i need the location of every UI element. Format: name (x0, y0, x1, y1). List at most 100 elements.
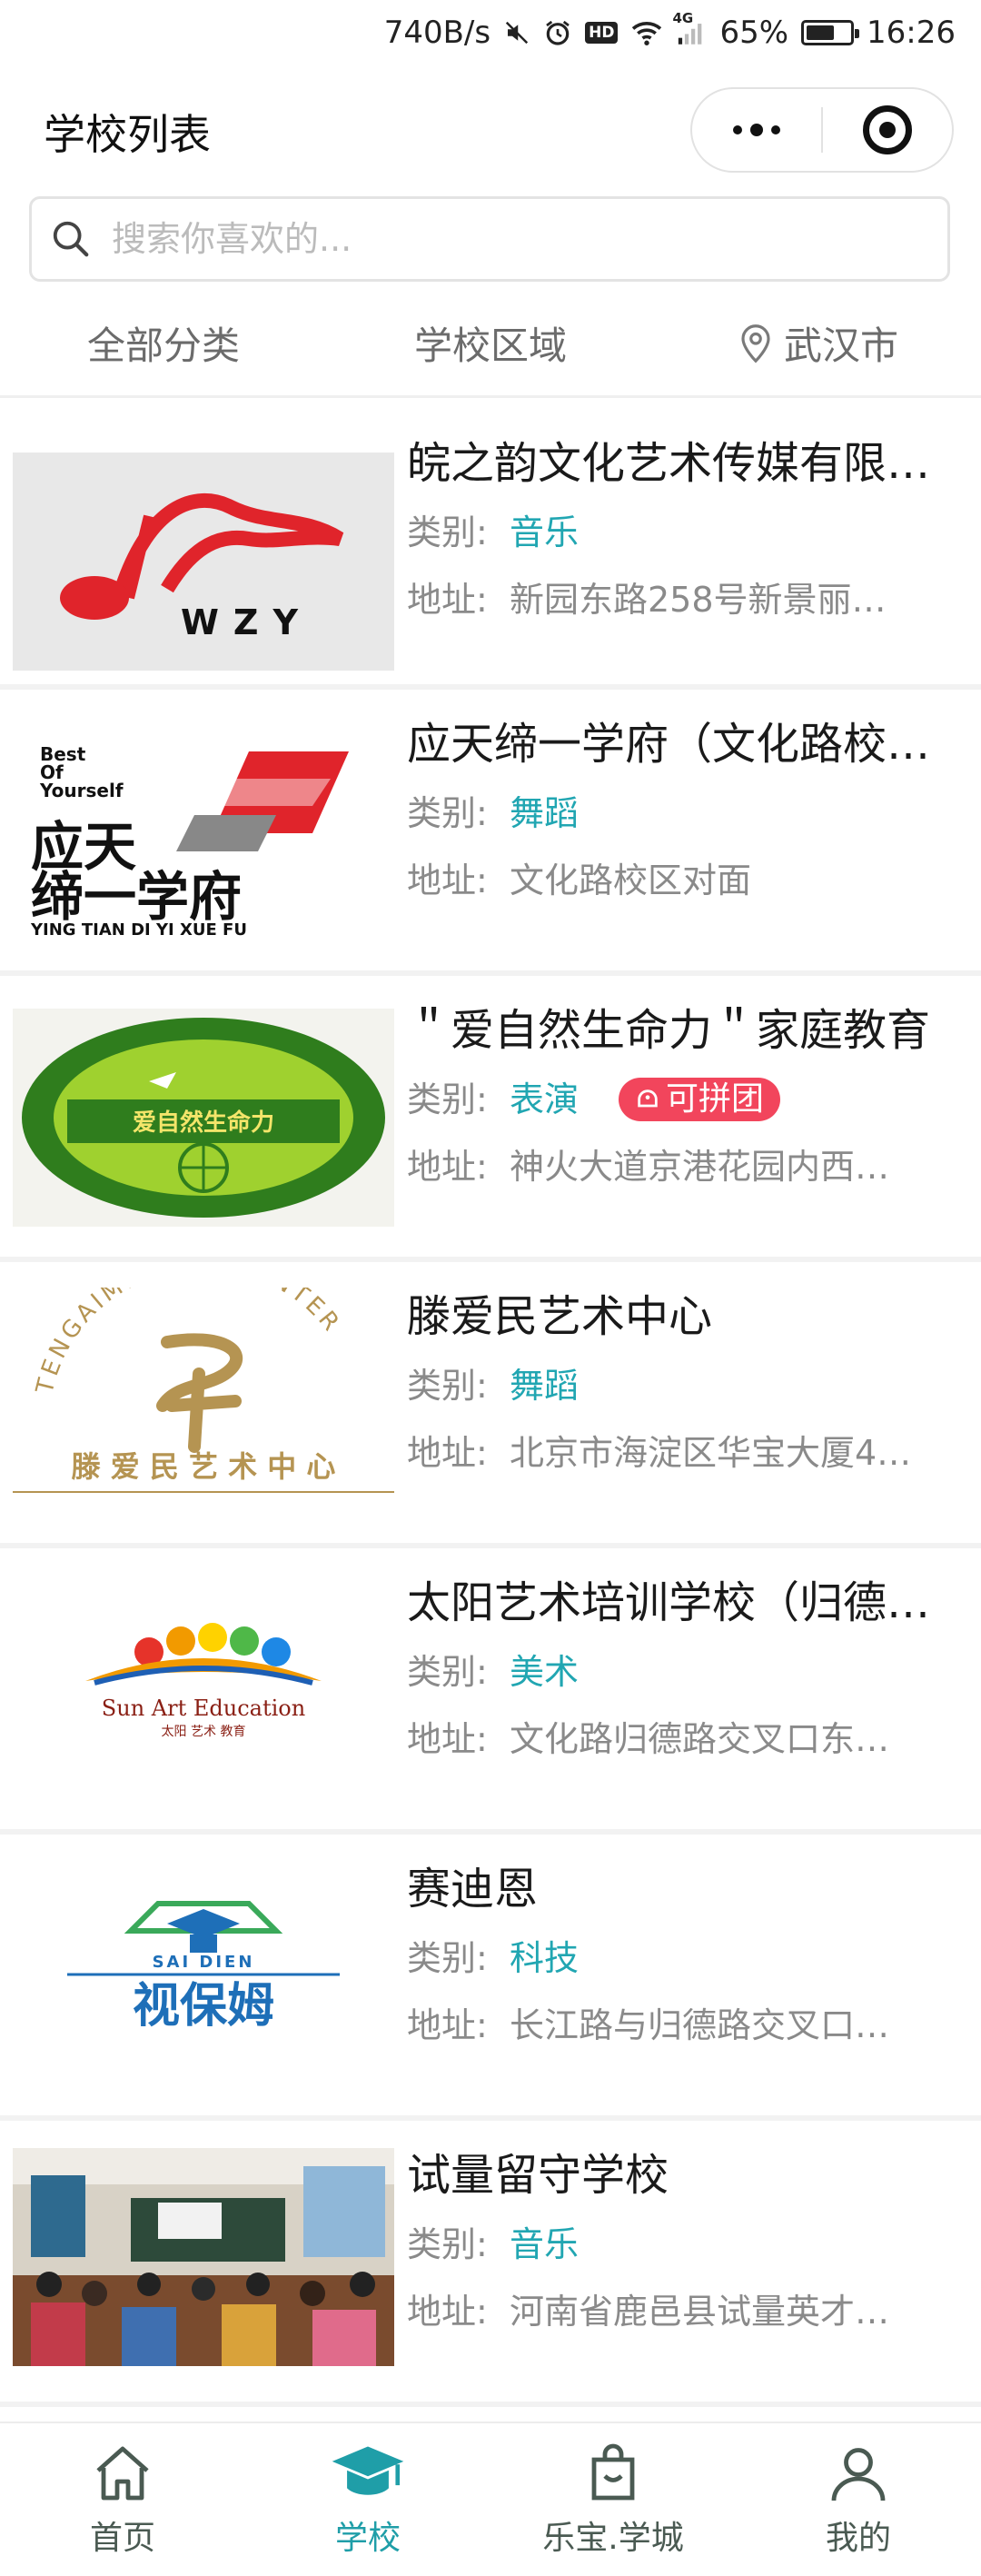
category-row: 类别: 音乐 (407, 511, 959, 554)
svg-text:缔一学府: 缔一学府 (31, 866, 242, 928)
school-logo: SAI DIEN 视保姆 (13, 1867, 394, 2085)
close-miniprogram-button[interactable] (823, 89, 952, 171)
address-label: 地址: (407, 1147, 488, 1187)
more-dots-icon (733, 124, 780, 136)
svg-text:爱自然生命力: 爱自然生命力 (133, 1109, 274, 1137)
address-label: 地址: (407, 580, 488, 620)
search-box[interactable] (29, 196, 950, 282)
tab-mine-label: 我的 (825, 2520, 891, 2557)
category-value: 音乐 (509, 512, 579, 552)
address-row: 地址: 文化路校区对面 (407, 859, 959, 902)
school-logo: Best Of Yourself 应天 缔一学府 YING TIAN DI YI… (13, 724, 394, 942)
school-logo: WZY (13, 453, 394, 671)
alarm-icon (543, 18, 572, 47)
tab-home-label: 首页 (89, 2520, 155, 2557)
address-row: 地址: 河南省鹿邑县试量英才… (407, 2290, 959, 2333)
category-label: 类别: (407, 1079, 488, 1119)
graduation-cap-icon (332, 2446, 404, 2495)
category-value: 美术 (509, 1652, 579, 1692)
mute-icon (503, 19, 530, 46)
search-icon (53, 221, 89, 257)
category-value: 表演 (509, 1079, 579, 1119)
svg-text:视保姆: 视保姆 (133, 1979, 274, 2034)
category-label: 类别: (407, 1938, 488, 1978)
filter-category[interactable]: 全部分类 (0, 315, 327, 371)
address-value: 文化路归德路交叉口东… (509, 1719, 889, 1759)
status-bar: 740B/s HD 4G 65% 16:26 (0, 0, 981, 65)
category-value: 科技 (509, 1938, 579, 1978)
target-icon (863, 105, 912, 154)
tab-school[interactable]: 学校 (245, 2423, 490, 2576)
title-bar: 学校列表 (0, 80, 981, 180)
hd-icon: HD (585, 22, 619, 44)
address-label: 地址: (407, 2005, 488, 2045)
category-row: 类别: 科技 (407, 1936, 959, 1980)
category-row: 类别: 音乐 (407, 2223, 959, 2266)
category-label: 类别: (407, 793, 488, 833)
school-list-item[interactable]: SAI DIEN 视保姆 赛迪恩 类别: 科技 地址: 长江路与归德路交叉口… (0, 1835, 981, 2121)
school-logo: Sun Art Education 太阳 艺术 教育 (13, 1581, 394, 1799)
address-label: 地址: (407, 1433, 488, 1473)
school-name: 皖之韵文化艺术传媒有限公司 (407, 438, 959, 489)
svg-text:YING TIAN DI YI XUE FU: YING TIAN DI YI XUE FU (30, 920, 247, 940)
group-buy-icon (638, 1089, 658, 1108)
tab-home[interactable]: 首页 (0, 2423, 245, 2576)
school-name: 滕爱民艺术中心 (407, 1291, 713, 1342)
miniprogram-capsule (690, 87, 954, 173)
category-value: 舞蹈 (509, 793, 579, 833)
filter-region-label: 学校区域 (413, 323, 567, 368)
group-buy-label: 可拼团 (666, 1080, 765, 1118)
home-icon (96, 2446, 149, 2501)
more-button[interactable] (692, 89, 821, 171)
search-input[interactable] (112, 219, 911, 259)
group-buy-badge: 可拼团 (619, 1078, 781, 1121)
svg-text:Yourself: Yourself (39, 780, 124, 801)
filter-region[interactable]: 学校区域 (327, 315, 654, 371)
category-label: 类别: (407, 1366, 488, 1406)
shopping-bag-icon (591, 2443, 635, 2501)
category-label: 类别: (407, 2224, 488, 2264)
school-list-item[interactable]: Best Of Yourself 应天 缔一学府 YING TIAN DI YI… (0, 690, 981, 976)
tab-mine[interactable]: 我的 (736, 2423, 981, 2576)
school-list-item[interactable]: 爱自然生命力 ＂爱自然生命力＂家庭教育 类别: 表演 可拼团 地址: 神火大道京… (0, 976, 981, 1262)
cell-signal-icon: 4G (672, 10, 707, 46)
svg-text:太阳 艺术 教育: 太阳 艺术 教育 (162, 1725, 246, 1739)
address-row: 地址: 长江路与归德路交叉口… (407, 2004, 959, 2047)
school-name: 赛迪恩 (407, 1864, 539, 1915)
address-value: 文化路校区对面 (509, 860, 751, 900)
music-note-logo: WZY (13, 453, 394, 671)
school-name: 应天缔一学府（文化路校区） (407, 719, 959, 770)
category-row: 类别: 美术 (407, 1650, 959, 1694)
svg-text:SAI DIEN: SAI DIEN (153, 1953, 255, 1972)
tab-shop-label: 乐宝.学城 (542, 2520, 684, 2557)
address-row: 地址: 新园东路258号新景丽… (407, 578, 959, 622)
page-title: 学校列表 (44, 110, 211, 159)
svg-text:滕 爱 民 艺 术 中 心: 滕 爱 民 艺 术 中 心 (72, 1449, 336, 1484)
battery-fill (807, 25, 834, 40)
school-logo: TENGAIMIN ART CENTER 滕 爱 民 艺 术 中 心 (13, 1288, 394, 1506)
school-list: WZY 皖之韵文化艺术传媒有限公司 类别: 音乐 地址: 新园东路258号新景丽… (0, 403, 981, 2407)
address-label: 地址: (407, 1719, 488, 1759)
address-value: 新园东路258号新景丽… (509, 580, 887, 620)
school-list-item[interactable]: Sun Art Education 太阳 艺术 教育 太阳艺术培训学校（归德路）… (0, 1548, 981, 1835)
filter-city[interactable]: 武汉市 (654, 315, 981, 371)
address-value: 河南省鹿邑县试量英才… (509, 2292, 889, 2332)
filter-bar: 全部分类 学校区域 武汉市 (0, 291, 981, 398)
tab-shop[interactable]: 乐宝.学城 (490, 2423, 736, 2576)
signal-type: 4G (672, 10, 694, 26)
school-photo (13, 2148, 394, 2366)
school-name: 试量留守学校 (407, 2150, 669, 2201)
category-label: 类别: (407, 512, 488, 552)
school-list-item[interactable]: 试量留守学校 类别: 音乐 地址: 河南省鹿邑县试量英才… (0, 2121, 981, 2407)
school-name: 太阳艺术培训学校（归德路） (407, 1577, 959, 1628)
address-value: 神火大道京港花园内西… (509, 1147, 889, 1187)
logo-text: WZY (181, 602, 312, 642)
school-list-item[interactable]: TENGAIMIN ART CENTER 滕 爱 民 艺 术 中 心 滕爱民艺术… (0, 1262, 981, 1548)
school-list-item[interactable]: WZY 皖之韵文化艺术传媒有限公司 类别: 音乐 地址: 新园东路258号新景丽… (0, 403, 981, 690)
net-speed: 740B/s (383, 15, 491, 51)
clock: 16:26 (867, 15, 956, 51)
user-icon (831, 2448, 886, 2501)
svg-text:Sun Art Education: Sun Art Education (102, 1696, 305, 1721)
address-value: 长江路与归德路交叉口… (509, 2005, 889, 2045)
wifi-icon (630, 19, 663, 46)
